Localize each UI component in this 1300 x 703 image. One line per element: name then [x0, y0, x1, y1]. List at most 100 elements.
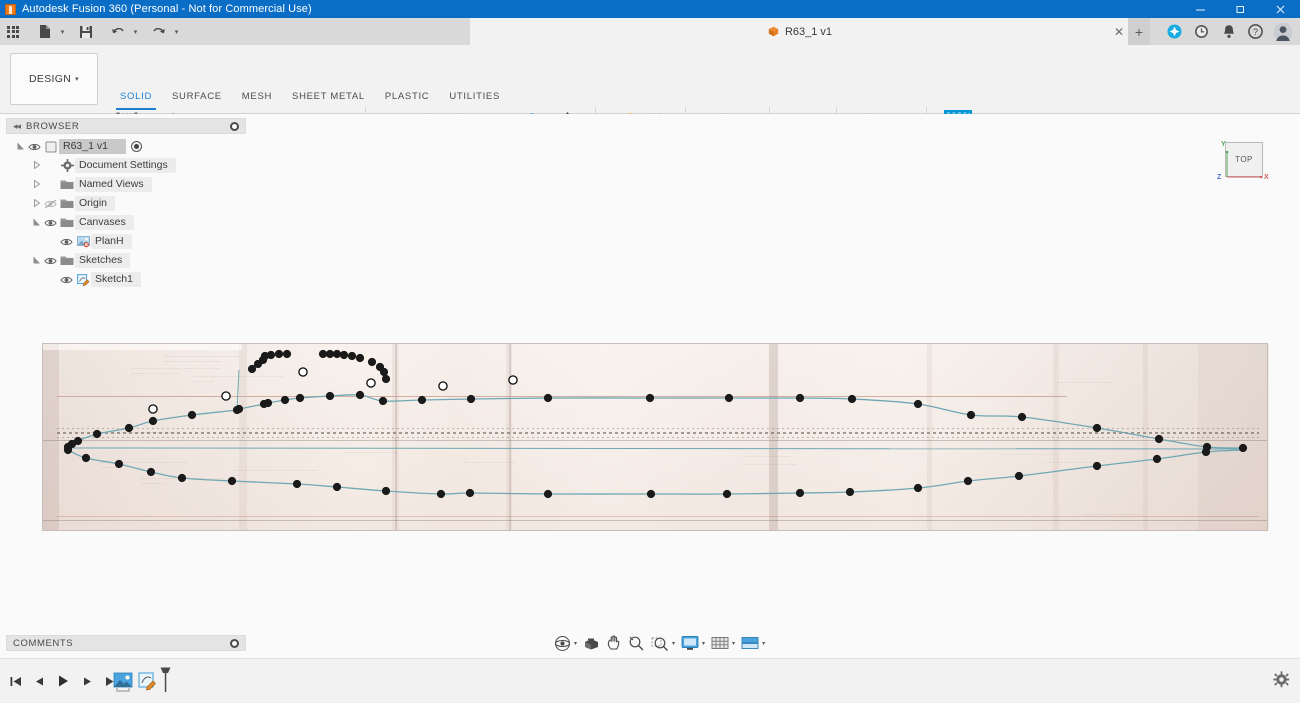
- sketch-point[interactable]: [368, 358, 376, 366]
- sketch-point[interactable]: [356, 391, 364, 399]
- new-file-caret-icon[interactable]: ▾: [58, 18, 67, 45]
- minimize-button[interactable]: [1180, 0, 1220, 18]
- sketch-point[interactable]: [82, 454, 90, 462]
- visibility-eye-icon[interactable]: [42, 199, 59, 209]
- undo-icon[interactable]: [105, 18, 131, 45]
- sketch-point[interactable]: [293, 480, 301, 488]
- display-settings-button[interactable]: [678, 632, 702, 654]
- browser-node-canvases[interactable]: Canvases: [6, 213, 246, 232]
- notifications-icon[interactable]: [1215, 18, 1242, 45]
- go-to-beginning-button[interactable]: [6, 666, 24, 696]
- sketch-point[interactable]: [326, 350, 334, 358]
- sketch-point[interactable]: [296, 394, 304, 402]
- sketch-point[interactable]: [275, 350, 283, 358]
- visibility-eye-icon[interactable]: [42, 256, 59, 266]
- undo-caret-icon[interactable]: ▾: [131, 18, 140, 45]
- sketch-point[interactable]: [467, 395, 475, 403]
- browser-options-dot-icon[interactable]: [230, 122, 239, 131]
- sketch-point[interactable]: [544, 490, 552, 498]
- timeline-sketch-feature[interactable]: [136, 671, 158, 698]
- sketch-point[interactable]: [178, 474, 186, 482]
- browser-node-r63-1-v1[interactable]: R63_1 v1: [6, 137, 246, 156]
- orbit-button[interactable]: [551, 632, 574, 654]
- view-cube[interactable]: TOP Y X Z: [1214, 132, 1272, 190]
- sketch-point[interactable]: [340, 351, 348, 359]
- timeline-settings-icon[interactable]: [1273, 671, 1290, 693]
- sketch-point[interactable]: [264, 399, 272, 407]
- ribbon-tab-sheet-metal[interactable]: SHEET METAL: [282, 91, 375, 107]
- sketch-point[interactable]: [93, 430, 101, 438]
- browser-collapse-icon[interactable]: ◂◂: [13, 121, 20, 132]
- sketch-open-point[interactable]: [367, 379, 375, 387]
- zoom-window-button[interactable]: [648, 632, 672, 654]
- browser-node-named-views[interactable]: Named Views: [6, 175, 246, 194]
- viewports-button[interactable]: [738, 632, 762, 654]
- extensions-icon[interactable]: [1161, 18, 1188, 45]
- sketch-point[interactable]: [356, 354, 364, 362]
- sketch-point[interactable]: [1015, 472, 1023, 480]
- sketch-point[interactable]: [1155, 435, 1163, 443]
- sketch-point[interactable]: [149, 417, 157, 425]
- ribbon-tab-mesh[interactable]: MESH: [232, 91, 282, 107]
- expand-arrow-closed-icon[interactable]: [32, 180, 42, 190]
- ribbon-tab-surface[interactable]: SURFACE: [162, 91, 232, 107]
- save-icon[interactable]: [73, 18, 99, 45]
- expand-arrow-closed-icon[interactable]: [32, 161, 42, 171]
- help-icon[interactable]: ?: [1242, 18, 1269, 45]
- new-file-icon[interactable]: [32, 18, 58, 45]
- sketch-point[interactable]: [723, 490, 731, 498]
- ribbon-tab-utilities[interactable]: UTILITIES: [439, 91, 510, 107]
- expand-arrow-open-icon[interactable]: [32, 256, 42, 266]
- play-button[interactable]: [54, 666, 72, 696]
- sketch-point[interactable]: [964, 477, 972, 485]
- redo-caret-icon[interactable]: ▾: [172, 18, 181, 45]
- browser-node-origin[interactable]: Origin: [6, 194, 246, 213]
- new-document-tab-button[interactable]: +: [1128, 18, 1150, 45]
- sketch-point[interactable]: [326, 392, 334, 400]
- sketch-point[interactable]: [846, 488, 854, 496]
- browser-node-document-settings[interactable]: Document Settings: [6, 156, 246, 175]
- expand-arrow-open-icon[interactable]: [16, 142, 26, 152]
- sketch-point[interactable]: [147, 468, 155, 476]
- browser-node-sketch1[interactable]: Sketch1: [6, 270, 246, 289]
- pan-button[interactable]: [603, 632, 625, 654]
- expand-arrow-open-icon[interactable]: [32, 218, 42, 228]
- look-at-button[interactable]: [580, 632, 603, 654]
- sketch-point[interactable]: [333, 483, 341, 491]
- sketch-point[interactable]: [228, 477, 236, 485]
- sketch-point[interactable]: [188, 411, 196, 419]
- workspace-switcher-button[interactable]: DESIGN ▾: [10, 53, 98, 105]
- ribbon-tab-solid[interactable]: SOLID: [110, 91, 162, 107]
- maximize-button[interactable]: [1220, 0, 1260, 18]
- close-button[interactable]: [1260, 0, 1300, 18]
- close-document-tab-button[interactable]: ✕: [1108, 18, 1130, 45]
- comments-panel-header[interactable]: COMMENTS: [6, 635, 246, 651]
- comments-options-dot-icon[interactable]: [230, 639, 239, 648]
- sketch-point[interactable]: [1018, 413, 1026, 421]
- ribbon-tab-plastic[interactable]: PLASTIC: [375, 91, 440, 107]
- sketch-point[interactable]: [1093, 424, 1101, 432]
- profile-avatar[interactable]: [1269, 18, 1296, 45]
- browser-node-sketches[interactable]: Sketches: [6, 251, 246, 270]
- sketch-point[interactable]: [267, 351, 275, 359]
- sketch-point[interactable]: [914, 400, 922, 408]
- document-tab-r63-1[interactable]: R63_1 v1: [756, 18, 844, 45]
- sketch-point[interactable]: [1202, 448, 1210, 456]
- sketch-point[interactable]: [283, 350, 291, 358]
- grid-snaps-button[interactable]: [708, 632, 732, 654]
- visibility-eye-icon[interactable]: [26, 142, 43, 152]
- sketch-point[interactable]: [115, 460, 123, 468]
- sketch-point[interactable]: [125, 424, 133, 432]
- sketch-point[interactable]: [333, 350, 341, 358]
- sketch-point[interactable]: [1239, 444, 1247, 452]
- visibility-eye-icon[interactable]: [58, 275, 75, 285]
- step-forward-button[interactable]: [78, 666, 96, 696]
- sketch-point[interactable]: [74, 437, 82, 445]
- sketch-point[interactable]: [418, 396, 426, 404]
- sketch-point[interactable]: [235, 405, 243, 413]
- sketch-point[interactable]: [848, 395, 856, 403]
- visibility-eye-icon[interactable]: [42, 218, 59, 228]
- sketch-point[interactable]: [646, 394, 654, 402]
- sketch-open-point[interactable]: [149, 405, 157, 413]
- sketch-point[interactable]: [647, 490, 655, 498]
